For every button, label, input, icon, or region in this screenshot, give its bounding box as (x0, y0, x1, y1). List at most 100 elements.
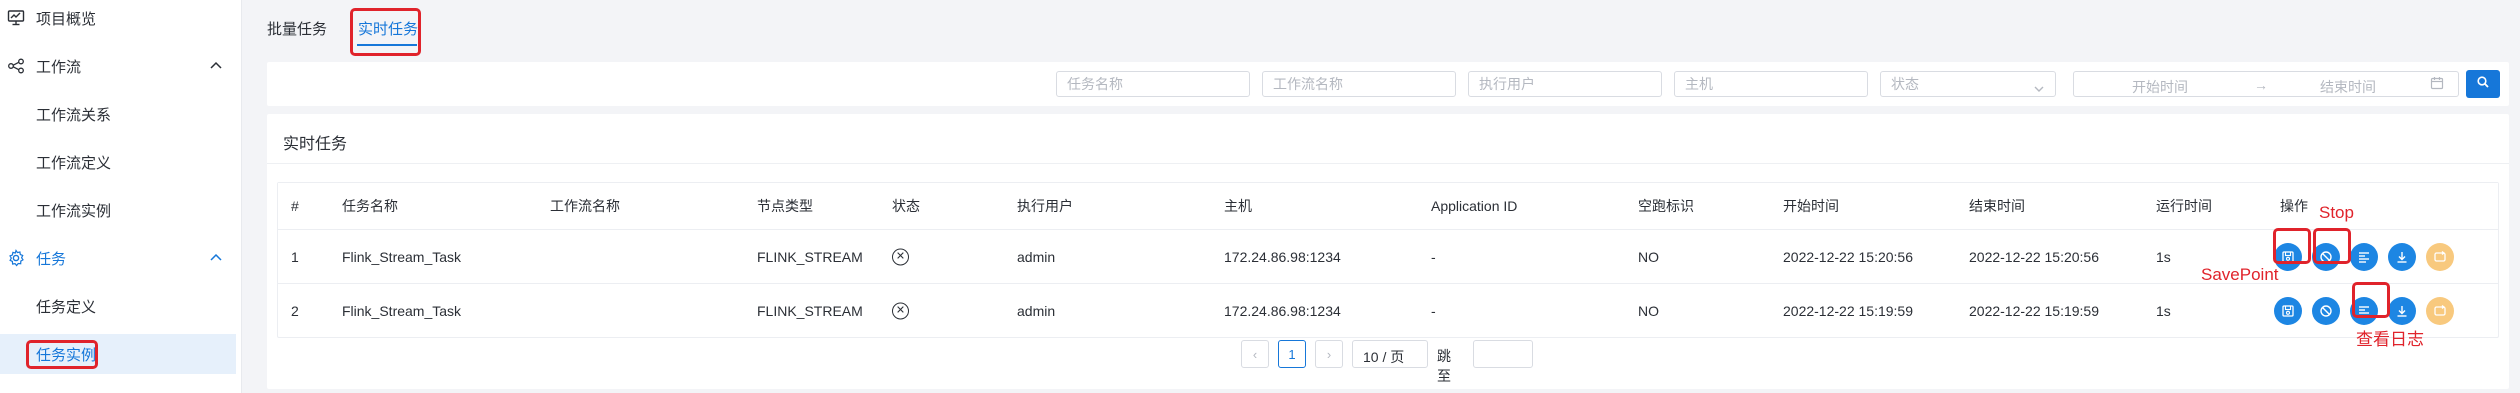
column-header: 运行时间 (2156, 198, 2212, 214)
realtime-task-panel: 实时任务 # 任务名称 工作流名称 节点类型 状态 执行用户 主机 Applic… (267, 114, 2509, 389)
sidebar-item-label: 任务定义 (36, 298, 97, 316)
column-header: # (291, 198, 299, 214)
application-id-cell: - (1431, 302, 1436, 319)
gear-icon (6, 248, 26, 268)
table-row: 2 Flink_Stream_Task FLINK_STREAM ✕ admin… (278, 283, 2498, 337)
duration-cell: 1s (2156, 302, 2171, 319)
table-header-row: # 任务名称 工作流名称 节点类型 状态 执行用户 主机 Application… (278, 183, 2498, 229)
end-time-cell: 2022-12-22 15:20:56 (1969, 248, 2099, 265)
stop-annotation: Stop (2319, 203, 2354, 222)
host-input[interactable] (1674, 71, 1868, 97)
rerun-icon (2434, 304, 2446, 316)
sidebar-item-label: 任务 (36, 250, 67, 268)
column-header: 状态 (892, 198, 920, 214)
rerun-icon (2434, 250, 2446, 262)
filter-bar: 状态 开始时间 → 结束时间 (267, 62, 2509, 106)
search-button[interactable] (2466, 70, 2500, 98)
column-header: 执行用户 (1017, 198, 1073, 214)
task-name-input[interactable] (1056, 71, 1250, 97)
chevron-down-icon (2033, 78, 2045, 102)
sidebar-item-workflow-relation[interactable]: 工作流关系 (0, 94, 236, 134)
node-type-cell: FLINK_STREAM (757, 302, 863, 319)
page-size-label: 10 / 页 (1363, 349, 1405, 365)
rerun-button[interactable] (2426, 296, 2454, 325)
sidebar-item-label: 项目概览 (36, 10, 97, 28)
application-id-cell: - (1431, 248, 1436, 265)
download-icon (2397, 251, 2407, 263)
stop-button[interactable] (2312, 296, 2340, 325)
tab-batch-task[interactable]: 批量任务 (267, 18, 327, 39)
calendar-icon (2430, 76, 2444, 93)
row-index: 1 (291, 248, 299, 265)
prev-page-button[interactable]: ‹ (1241, 340, 1269, 368)
download-icon (2397, 305, 2407, 317)
task-instance-table: # 任务名称 工作流名称 节点类型 状态 执行用户 主机 Application… (277, 182, 2499, 338)
jump-to-input[interactable] (1473, 340, 1533, 368)
highlight-view-log-button (2352, 282, 2390, 318)
sidebar-item-label: 工作流定义 (36, 154, 112, 172)
savepoint-annotation: SavePoint (2201, 265, 2279, 284)
download-log-button[interactable] (2388, 296, 2416, 325)
executor-input[interactable] (1468, 71, 1662, 97)
start-time-cell: 2022-12-22 15:19:59 (1783, 302, 1913, 319)
date-range-picker[interactable]: 开始时间 → 结束时间 (2073, 71, 2459, 97)
task-name-cell: Flink_Stream_Task (342, 248, 462, 265)
monitor-chart-icon (6, 8, 26, 28)
panel-divider (267, 163, 2509, 164)
workflow-name-input[interactable] (1262, 71, 1456, 97)
highlight-task-instance (26, 340, 98, 369)
column-header: 节点类型 (757, 198, 813, 214)
next-page-button[interactable]: › (1315, 340, 1343, 368)
range-arrow-icon: → (2254, 77, 2268, 93)
chevron-up-icon (208, 58, 224, 74)
sidebar-item-label: 工作流实例 (36, 202, 112, 220)
state-select-placeholder: 状态 (1891, 76, 1919, 92)
column-header: 空跑标识 (1638, 198, 1694, 214)
sidebar-item-task[interactable]: 任务 (0, 238, 236, 278)
highlight-realtime-tab (350, 8, 421, 56)
column-header: 任务名称 (342, 198, 398, 214)
sidebar-item-workflow-instance[interactable]: 工作流实例 (0, 190, 236, 230)
log-icon (2359, 251, 2369, 263)
executor-cell: admin (1017, 248, 1056, 265)
sidebar-item-task-definition[interactable]: 任务定义 (0, 286, 236, 326)
savepoint-icon (2282, 304, 2294, 317)
column-header: 操作 (2280, 198, 2308, 214)
dry-run-cell: NO (1638, 302, 1659, 319)
state-select[interactable]: 状态 (1880, 71, 2056, 97)
row-index: 2 (291, 302, 299, 319)
sidebar-item-label: 工作流 (36, 58, 82, 76)
end-time-cell: 2022-12-22 15:19:59 (1969, 302, 2099, 319)
sidebar-item-label: 工作流关系 (36, 106, 112, 124)
task-name-cell: Flink_Stream_Task (342, 302, 462, 319)
app-root: 项目概览 工作流 工作流关系 工作流定义 工作流实例 任务 任务定义 任务实例 … (0, 0, 2520, 393)
view-log-button[interactable] (2350, 242, 2378, 271)
highlight-savepoint-button (2273, 228, 2311, 264)
sidebar-item-workflow[interactable]: 工作流 (0, 46, 236, 86)
savepoint-button[interactable] (2274, 296, 2302, 325)
view-log-annotation: 查看日志 (2356, 330, 2424, 349)
sidebar-item-workflow-definition[interactable]: 工作流定义 (0, 142, 236, 182)
duration-cell: 1s (2156, 248, 2171, 265)
table-row: 1 Flink_Stream_Task FLINK_STREAM ✕ admin… (278, 229, 2498, 283)
column-header: 工作流名称 (550, 198, 620, 214)
failure-status-icon: ✕ (892, 302, 909, 319)
start-time-cell: 2022-12-22 15:20:56 (1783, 248, 1913, 265)
search-icon (2476, 75, 2490, 94)
executor-cell: admin (1017, 302, 1056, 319)
column-header: 结束时间 (1969, 198, 2025, 214)
workflow-icon (6, 56, 26, 76)
rerun-button[interactable] (2426, 242, 2454, 271)
node-type-cell: FLINK_STREAM (757, 248, 863, 265)
page-size-select[interactable]: 10 / 页 (1352, 340, 1428, 368)
start-time-placeholder: 开始时间 (2132, 79, 2188, 95)
panel-title: 实时任务 (283, 136, 348, 153)
column-header: Application ID (1431, 198, 1518, 214)
sidebar-item-project-overview[interactable]: 项目概览 (0, 0, 236, 38)
jump-to-label: 跳至 (1437, 348, 1451, 384)
download-log-button[interactable] (2388, 242, 2416, 271)
host-cell: 172.24.86.98:1234 (1224, 248, 1341, 265)
column-header: 开始时间 (1783, 198, 1839, 214)
page-1-button[interactable]: 1 (1278, 340, 1306, 368)
end-time-placeholder: 结束时间 (2320, 79, 2376, 95)
